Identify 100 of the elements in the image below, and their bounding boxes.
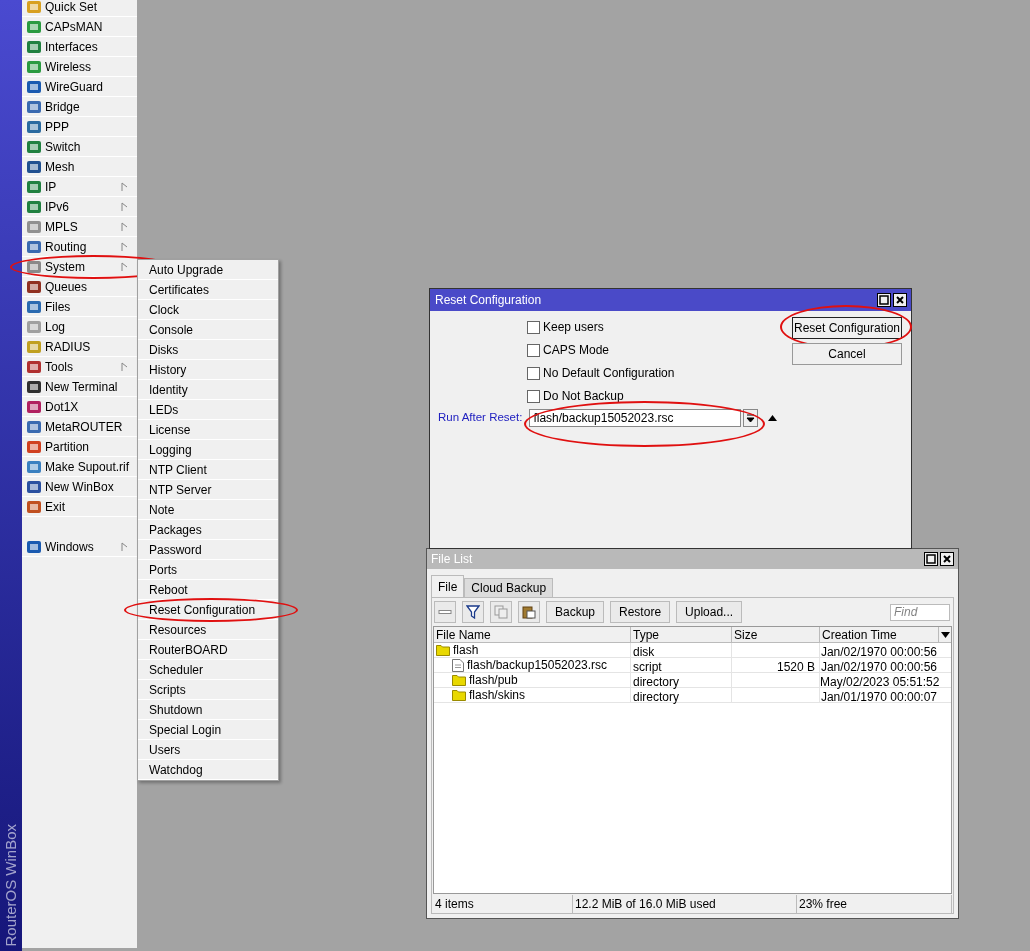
- menu-item[interactable]: Partition: [22, 437, 137, 457]
- window-title: Reset Configuration: [435, 292, 542, 309]
- checkbox[interactable]: [527, 343, 540, 357]
- submenu-item[interactable]: LEDs: [138, 400, 278, 420]
- paste-button[interactable]: [518, 601, 540, 623]
- menu-item[interactable]: MetaROUTER: [22, 417, 137, 437]
- tab[interactable]: File: [431, 575, 465, 597]
- submenu-item[interactable]: Special Login: [138, 720, 278, 740]
- dropdown-button[interactable]: [743, 409, 759, 427]
- table-cell-text: Jan/02/1970 00:00:56: [820, 659, 938, 672]
- filter-button[interactable]: [462, 601, 484, 623]
- menu-item-label: Files: [45, 298, 72, 316]
- menu-item[interactable]: Exit: [22, 497, 137, 517]
- checkbox-label: Do Not Backup: [543, 388, 624, 405]
- document-icon: [452, 658, 464, 672]
- submenu-item[interactable]: Packages: [138, 520, 278, 540]
- checkbox-label: CAPS Mode: [543, 342, 610, 359]
- submenu-item[interactable]: Password: [138, 540, 278, 560]
- table-cell: disk: [631, 643, 732, 657]
- submenu-item[interactable]: Scripts: [138, 680, 278, 700]
- submenu-item[interactable]: License: [138, 420, 278, 440]
- submenu-item[interactable]: NTP Server: [138, 480, 278, 500]
- caret-icon: [940, 631, 950, 638]
- menu-item-label: Dot1X: [45, 398, 80, 416]
- column-header[interactable]: Size: [732, 627, 820, 642]
- submenu-item[interactable]: Ports: [138, 560, 278, 580]
- checkbox[interactable]: [527, 366, 540, 380]
- menu-item[interactable]: Tools: [22, 357, 137, 377]
- submenu-item[interactable]: Scheduler: [138, 660, 278, 680]
- submenu-item[interactable]: Identity: [138, 380, 278, 400]
- checkbox[interactable]: [527, 320, 540, 334]
- menu-item[interactable]: IPv6: [22, 197, 137, 217]
- menu-item[interactable]: Bridge: [22, 97, 137, 117]
- collapse-button[interactable]: [767, 413, 778, 423]
- submenu-item[interactable]: Clock: [138, 300, 278, 320]
- menu-icon: [26, 158, 42, 175]
- cancel-button[interactable]: Cancel: [792, 343, 902, 365]
- toolbar-button[interactable]: Backup: [546, 601, 605, 623]
- menu-item[interactable]: CAPsMAN: [22, 17, 137, 37]
- column-header[interactable]: Creation Time: [820, 627, 939, 642]
- reset-configuration-button[interactable]: Reset Configuration: [792, 317, 902, 339]
- submenu-item[interactable]: Auto Upgrade: [138, 260, 278, 280]
- menu-item-label: IP: [45, 178, 58, 196]
- status-text: 23% free: [797, 895, 952, 913]
- menu-icon: [26, 318, 42, 335]
- menu-item[interactable]: Queues: [22, 277, 137, 297]
- menu-item[interactable]: PPP: [22, 117, 137, 137]
- submenu-item[interactable]: Note: [138, 500, 278, 520]
- menu-item[interactable]: Make Supout.rif: [22, 457, 137, 477]
- menu-item-label: Wireless: [45, 58, 92, 76]
- submenu-item[interactable]: Shutdown: [138, 700, 278, 720]
- column-header[interactable]: File Name: [434, 627, 631, 642]
- submenu-item[interactable]: Logging: [138, 440, 278, 460]
- checkbox[interactable]: [527, 389, 540, 403]
- menu-item[interactable]: Dot1X: [22, 397, 137, 417]
- submenu-item[interactable]: Reboot: [138, 580, 278, 600]
- file-name: flash/backup15052023.rsc: [467, 657, 608, 674]
- toolbar-button[interactable]: Restore: [610, 601, 671, 623]
- submenu-item[interactable]: Certificates: [138, 280, 278, 300]
- menu-item[interactable]: Wireless: [22, 57, 137, 77]
- submenu-arrow-icon: [121, 201, 129, 212]
- menu-item[interactable]: Mesh: [22, 157, 137, 177]
- submenu-item[interactable]: NTP Client: [138, 460, 278, 480]
- status-text: 4 items: [433, 895, 573, 913]
- menu-item[interactable]: System: [22, 257, 137, 277]
- menu-item[interactable]: Switch: [22, 137, 137, 157]
- menu-item[interactable]: Interfaces: [22, 37, 137, 57]
- menu-item[interactable]: RADIUS: [22, 337, 137, 357]
- run-after-reset-field[interactable]: flash/backup15052023.rsc: [529, 409, 742, 427]
- checkbox-label: Keep users: [543, 319, 604, 336]
- submenu-item[interactable]: Console: [138, 320, 278, 340]
- menu-icon: [26, 398, 42, 415]
- menu-item[interactable]: WireGuard: [22, 77, 137, 97]
- submenu-item[interactable]: Disks: [138, 340, 278, 360]
- menu-icon: [26, 478, 42, 495]
- close-icon: [940, 552, 954, 566]
- menu-icon: [26, 498, 42, 515]
- menu-item[interactable]: Files: [22, 297, 137, 317]
- column-header[interactable]: Type: [631, 627, 732, 642]
- tab[interactable]: Cloud Backup: [464, 578, 554, 597]
- menu-item-label: IPv6: [45, 198, 70, 216]
- menu-item[interactable]: New WinBox: [22, 477, 137, 497]
- submenu-arrow-icon: [121, 181, 129, 192]
- menu-icon: [26, 198, 42, 215]
- submenu-item[interactable]: Users: [138, 740, 278, 760]
- find-field[interactable]: Find: [890, 603, 950, 621]
- submenu-item[interactable]: History: [138, 360, 278, 380]
- menu-item[interactable]: Log: [22, 317, 137, 337]
- menu-item[interactable]: MPLS: [22, 217, 137, 237]
- menu-item[interactable]: New Terminal: [22, 377, 137, 397]
- submenu-item[interactable]: Watchdog: [138, 760, 278, 780]
- toolbar-button[interactable]: Upload...: [676, 601, 743, 623]
- menu-item[interactable]: Quick Set: [22, 0, 137, 17]
- submenu-item[interactable]: Resources: [138, 620, 278, 640]
- menu-item[interactable]: Windows: [22, 537, 137, 557]
- submenu-item[interactable]: RouterBOARD: [138, 640, 278, 660]
- menu-item[interactable]: Routing: [22, 237, 137, 257]
- remove-button[interactable]: [434, 601, 456, 623]
- submenu-item[interactable]: Reset Configuration: [138, 600, 278, 620]
- menu-item[interactable]: IP: [22, 177, 137, 197]
